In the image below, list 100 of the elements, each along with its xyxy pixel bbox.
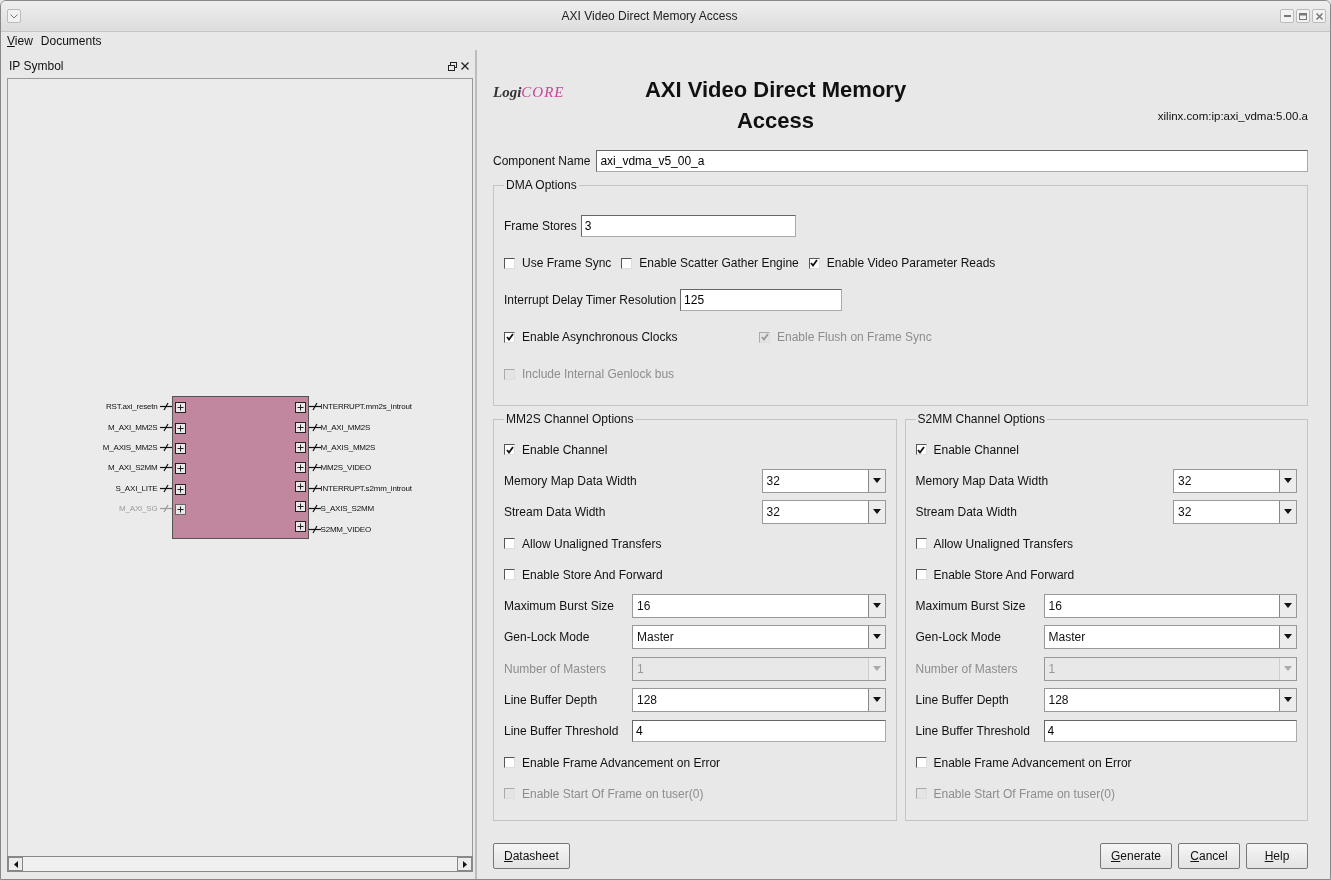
checkbox-label: Enable Channel bbox=[522, 442, 608, 457]
horizontal-scrollbar[interactable] bbox=[7, 856, 473, 872]
field-label: Number of Masters bbox=[504, 661, 608, 676]
input-field[interactable]: 4 bbox=[632, 720, 886, 743]
bus-pin-icon bbox=[308, 422, 321, 432]
port-label: MM2S_VIDEO bbox=[320, 463, 371, 473]
field-label: Stream Data Width bbox=[915, 505, 1018, 520]
window-title: AXI Video Direct Memory Access bbox=[560, 9, 739, 23]
bus-pin-icon bbox=[159, 422, 172, 432]
checkbox-label: Enable Flush on Frame Sync bbox=[777, 330, 932, 344]
dialog-button[interactable]: Cancel bbox=[1178, 843, 1240, 869]
dropdown[interactable]: 128 bbox=[1043, 688, 1297, 712]
expand-icon[interactable] bbox=[174, 443, 186, 455]
page-title: AXI Video Direct Memory Access bbox=[643, 76, 908, 135]
bus-pin-icon bbox=[159, 463, 172, 473]
field-label: Line Buffer Threshold bbox=[915, 724, 1031, 739]
dropdown[interactable]: 16 bbox=[632, 594, 886, 619]
expand-icon[interactable] bbox=[294, 402, 306, 414]
scroll-right-button[interactable] bbox=[457, 857, 472, 871]
dropdown[interactable]: 32 bbox=[1173, 468, 1297, 493]
maximize-icon bbox=[1299, 12, 1307, 20]
group-title: S2MM Channel Options bbox=[916, 412, 1046, 426]
expand-icon[interactable] bbox=[294, 421, 306, 433]
checkbox[interactable] bbox=[915, 444, 927, 456]
caret-icon bbox=[872, 697, 881, 703]
port-label: M_AXI_SG bbox=[119, 504, 158, 514]
checkbox-label: Enable Channel bbox=[933, 442, 1019, 457]
dropdown[interactable]: 128 bbox=[632, 688, 886, 712]
caret-icon bbox=[872, 634, 881, 641]
checkbox[interactable] bbox=[915, 538, 927, 550]
dropdown[interactable]: 32 bbox=[1173, 500, 1297, 525]
caret-icon bbox=[1284, 477, 1292, 484]
checkbox[interactable] bbox=[808, 257, 820, 269]
port-label: S_AXI_LITE bbox=[115, 483, 158, 493]
minimize-button[interactable] bbox=[1280, 9, 1294, 23]
version-text: xilinx.com:ip:axi_vdma:5.00.a bbox=[1157, 110, 1308, 122]
check-icon bbox=[810, 259, 819, 267]
window-menu-button[interactable] bbox=[7, 9, 21, 23]
dropdown[interactable]: 16 bbox=[1043, 594, 1297, 619]
dropdown[interactable]: 32 bbox=[761, 500, 886, 525]
checkbox[interactable] bbox=[915, 569, 927, 581]
checkbox-label: Enable Start Of Frame on tuser(0) bbox=[933, 786, 1115, 801]
expand-icon[interactable] bbox=[174, 402, 186, 414]
field-label: Component Name bbox=[493, 154, 591, 168]
check-icon bbox=[505, 445, 514, 454]
field-label: Maximum Burst Size bbox=[504, 599, 616, 614]
bus-pin-icon bbox=[159, 402, 172, 412]
input-field[interactable]: axi_vdma_v5_00_a bbox=[596, 150, 1308, 172]
expand-icon[interactable] bbox=[294, 461, 306, 473]
checkbox[interactable] bbox=[504, 757, 515, 769]
checkbox[interactable] bbox=[621, 257, 633, 269]
field-label: Line Buffer Depth bbox=[504, 693, 599, 707]
dropdown[interactable]: Master bbox=[632, 625, 886, 650]
minimize-icon bbox=[1283, 15, 1291, 17]
caret-icon bbox=[1284, 603, 1292, 610]
panel-title: IP Symbol bbox=[9, 59, 64, 73]
checkbox-label: Enable Asynchronous Clocks bbox=[522, 330, 678, 344]
menu-item[interactable]: View bbox=[7, 34, 33, 48]
checkbox[interactable] bbox=[504, 444, 515, 456]
port-label: S_AXIS_S2MM bbox=[320, 504, 374, 514]
checkbox-label: Enable Frame Advancement on Error bbox=[933, 755, 1132, 770]
dialog-button[interactable]: Generate bbox=[1099, 843, 1172, 869]
checkbox[interactable] bbox=[504, 257, 515, 269]
expand-icon[interactable] bbox=[294, 441, 306, 453]
input-field[interactable]: 4 bbox=[1043, 720, 1297, 743]
dropdown[interactable]: Master bbox=[1043, 625, 1297, 650]
float-icon[interactable] bbox=[448, 61, 457, 71]
close-icon[interactable] bbox=[461, 61, 469, 70]
bus-pin-icon bbox=[308, 524, 321, 534]
checkbox[interactable] bbox=[504, 538, 515, 550]
expand-icon[interactable] bbox=[174, 483, 186, 495]
check-icon bbox=[917, 445, 925, 454]
close-button[interactable] bbox=[1312, 9, 1326, 23]
close-icon bbox=[1315, 12, 1323, 20]
menu-item[interactable]: Documents bbox=[40, 34, 102, 48]
port-label: M_AXI_MM2S bbox=[320, 422, 371, 432]
maximize-button[interactable] bbox=[1296, 9, 1310, 23]
field-label: Interrupt Delay Timer Resolution bbox=[504, 293, 677, 307]
caret-icon bbox=[872, 477, 881, 484]
scroll-left-button[interactable] bbox=[8, 857, 23, 871]
input-field[interactable]: 3 bbox=[580, 215, 796, 237]
bus-pin-icon bbox=[308, 402, 321, 412]
expand-icon[interactable] bbox=[294, 521, 306, 533]
port-label: M_AXI_MM2S bbox=[107, 422, 158, 432]
expand-icon[interactable] bbox=[174, 504, 186, 516]
expand-icon[interactable] bbox=[294, 481, 306, 493]
expand-icon[interactable] bbox=[174, 422, 186, 434]
caret-icon bbox=[1284, 634, 1292, 641]
field-label: Stream Data Width bbox=[504, 505, 607, 520]
checkbox[interactable] bbox=[915, 757, 927, 769]
checkbox[interactable] bbox=[504, 331, 515, 343]
datasheet-button[interactable]: Datasheet bbox=[493, 843, 570, 869]
input-field[interactable]: 125 bbox=[680, 289, 843, 311]
expand-icon[interactable] bbox=[174, 463, 186, 475]
caret-icon bbox=[872, 509, 881, 516]
dropdown[interactable]: 32 bbox=[761, 468, 886, 493]
dialog-button[interactable]: Help bbox=[1246, 843, 1308, 869]
checkbox[interactable] bbox=[504, 569, 515, 581]
checkbox-label: Enable Frame Advancement on Error bbox=[522, 755, 721, 770]
expand-icon[interactable] bbox=[294, 501, 306, 513]
